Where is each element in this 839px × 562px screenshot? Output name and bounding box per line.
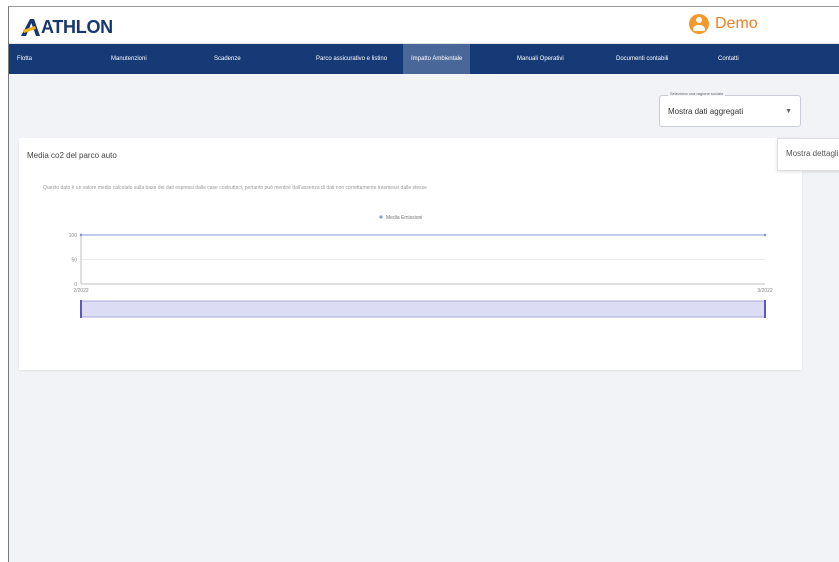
logo-text: ATHLON: [41, 17, 113, 37]
range-handle-right[interactable]: [764, 300, 766, 318]
nav-item-0[interactable]: Flotta: [17, 44, 32, 74]
user-name: Demo: [715, 15, 758, 32]
app-window: ATHLON Demo Flotta Manutenzioni Scadenze Pa…: [8, 6, 839, 562]
emissions-chart: Media Emissioni0501002/2022 3/2022: [69, 215, 773, 318]
nav-item-3[interactable]: Parco assicurativo e listino: [316, 44, 387, 74]
athlon-logo[interactable]: ATHLON: [21, 15, 113, 39]
legend-marker: [379, 215, 383, 219]
top-bar: ATHLON Demo: [9, 7, 839, 44]
nav-item-2[interactable]: Scadenze: [214, 44, 241, 74]
series-point-1: [763, 233, 767, 237]
nav-item-6[interactable]: Documenti contabili: [616, 44, 668, 74]
athlon-logo-mark-icon: [21, 17, 41, 37]
y-tick-label-2: 100: [69, 233, 78, 239]
company-select-value: Mostra dati aggregati: [668, 107, 744, 116]
range-selector: [80, 300, 766, 318]
series-point-0: [79, 233, 83, 237]
nav-item-4[interactable]: Impatto Ambientale: [403, 44, 471, 74]
nav-item-7[interactable]: Contatti: [718, 44, 739, 74]
show-details-button[interactable]: Mostra dettagli: [777, 138, 839, 171]
y-tick-label-1: 50: [71, 258, 77, 264]
x-tick-label-0: 2/2022: [73, 288, 89, 294]
x-tick-label-1: 3/2022: [757, 288, 773, 294]
nav-item-5[interactable]: Manuali Operativi: [517, 44, 564, 74]
legend-label: Media Emissioni: [386, 215, 422, 221]
company-select-label: Seleziona una ragione sociale: [668, 91, 726, 96]
main-nav: Flotta Manutenzioni Scadenze Parco assicura…: [9, 44, 839, 74]
user-avatar-icon: [689, 14, 709, 34]
company-select[interactable]: Seleziona una ragione sociale Mostra dat…: [659, 91, 801, 127]
chevron-down-icon: ▼: [785, 108, 792, 115]
user-menu[interactable]: Demo: [689, 13, 758, 35]
range-handle-left[interactable]: [80, 300, 82, 318]
nav-item-1[interactable]: Manutenzioni: [111, 44, 147, 74]
emissions-card: Media co2 del parco auto Questo dato è u…: [19, 138, 802, 370]
